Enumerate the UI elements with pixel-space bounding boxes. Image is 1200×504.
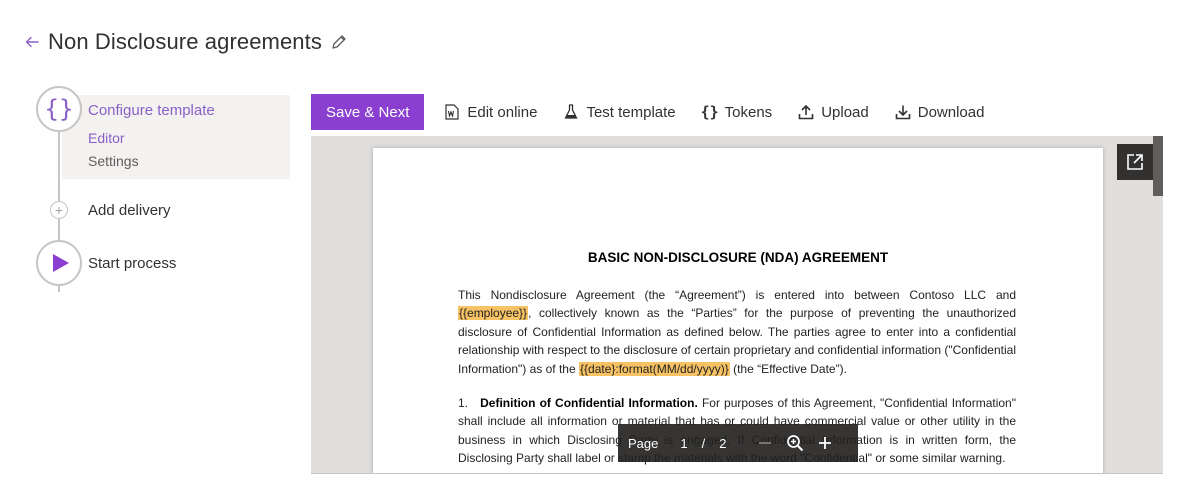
step-configure-circle[interactable]: {} [36,86,82,132]
upload-label: Upload [821,103,869,121]
page-separator: / [701,435,706,451]
viewer-scrollbar[interactable] [1153,136,1163,473]
test-template-button[interactable]: Test template [556,94,681,130]
tokens-button[interactable]: {} Tokens [695,94,779,130]
template-toolbar: Save & Next Edit online Test template {}… [311,94,990,130]
page-title: Non Disclosure agreements [48,29,322,54]
step-add-delivery-label[interactable]: Add delivery [88,202,171,219]
download-button[interactable]: Download [888,94,991,130]
date-token: {{date}:format(MM/dd/yyyy)} [579,361,730,376]
download-label: Download [917,103,985,121]
upload-icon [797,103,815,121]
sub-item-settings[interactable]: Settings [88,153,139,169]
tokens-label: Tokens [724,103,773,121]
edit-title-icon[interactable] [330,33,348,51]
test-template-label: Test template [586,103,676,121]
download-icon [894,103,912,121]
minus-icon [759,442,772,444]
page-header: Non Disclosure agreements [22,26,348,58]
step-start-process-label[interactable]: Start process [88,255,176,272]
intro-text-c: (the “Effective Date”). [733,361,847,376]
open-in-new-window-button[interactable] [1117,144,1153,180]
step-add-delivery-circle[interactable]: + [50,201,68,219]
upload-button[interactable]: Upload [791,94,875,130]
step-start-process-circle[interactable] [36,240,82,286]
employee-token: {{employee}} [458,306,529,321]
zoom-in-button[interactable] [810,424,840,462]
total-pages: 2 [719,435,727,451]
step-configure-label[interactable]: Configure template [88,102,215,119]
document-title: BASIC NON-DISCLOSURE (NDA) AGREEMENT [587,250,889,265]
play-icon [53,254,69,272]
document-viewer[interactable]: BASIC NON-DISCLOSURE (NDA) AGREEMENT Thi… [311,136,1163,474]
intro-text-a: This Nondisclosure Agreement (the “Agree… [458,288,1016,302]
section-heading: Definition of Confidential Information. [480,396,698,410]
zoom-out-button[interactable] [750,424,780,462]
word-doc-icon [443,103,461,121]
edit-online-button[interactable]: Edit online [437,94,543,130]
sub-item-editor[interactable]: Editor [88,130,125,146]
plus-icon [819,437,832,449]
zoom-fit-button[interactable] [780,424,810,462]
edit-online-label: Edit online [467,103,538,121]
plus-icon: + [54,202,64,218]
page-navigator: Page 1 / 2 [618,424,858,462]
save-next-button[interactable]: Save & Next [311,94,425,130]
braces-icon: {} [44,95,74,123]
flask-icon [562,103,580,121]
section-number: 1. [458,396,469,410]
document-paragraph-intro: This Nondisclosure Agreement (the “Agree… [458,286,1016,378]
popout-icon [1127,154,1143,170]
viewer-scrollbar-thumb[interactable] [1153,136,1163,196]
back-arrow-icon[interactable] [22,32,42,52]
current-page-input[interactable]: 1 [680,436,687,451]
zoom-icon [787,435,804,452]
page-label: Page [628,435,659,451]
braces-icon: {} [700,103,719,121]
